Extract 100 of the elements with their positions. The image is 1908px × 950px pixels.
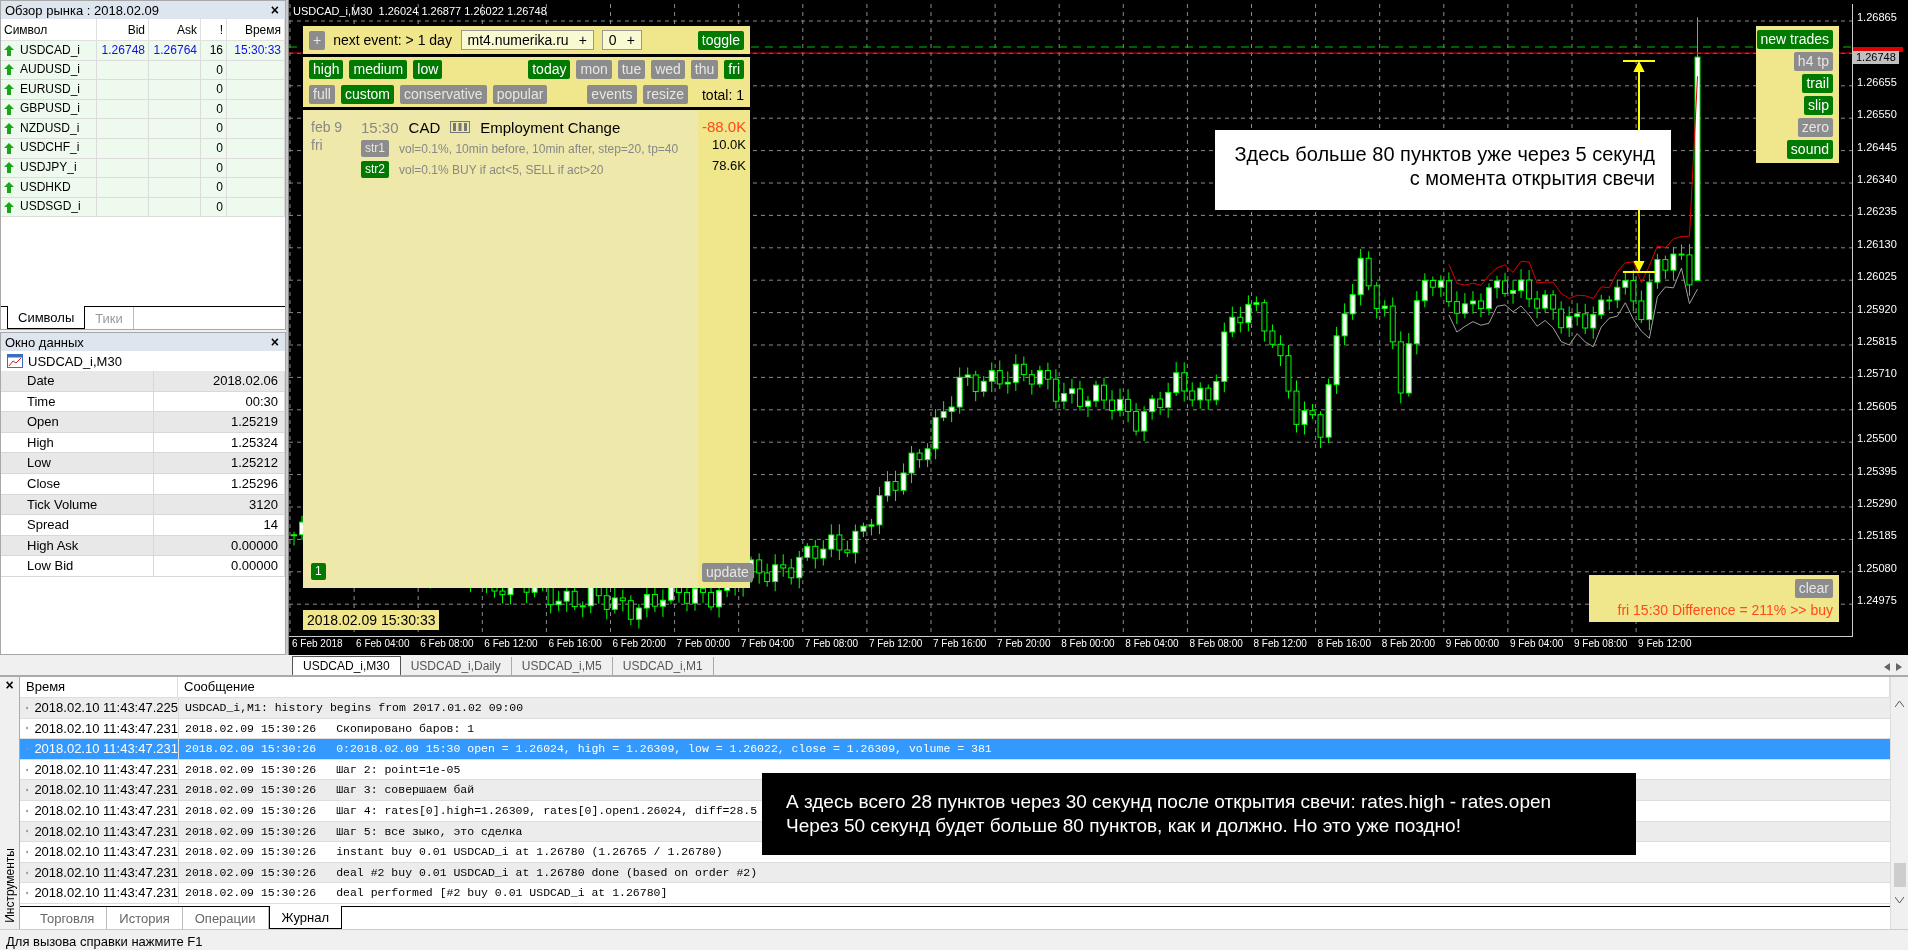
symbol-name: AUDUSD_i (20, 61, 80, 79)
field-value: 3120 (249, 496, 278, 512)
column-header[interactable]: Bid (97, 19, 149, 41)
mode-button[interactable]: custom (340, 85, 395, 104)
table-cell (227, 119, 285, 139)
field-value: 0.00000 (231, 558, 278, 574)
log-timestamp: 2018.02.09 15:30:26 (185, 802, 317, 819)
server-time-label: 2018.02.09 15:30:33 (303, 610, 440, 630)
time-label: 7 Feb 00:00 (676, 638, 730, 649)
panel-tab[interactable]: Символы (7, 306, 86, 329)
terminal-tab[interactable]: Журнал (268, 906, 342, 929)
log-timestamp: 2018.02.09 15:30:26 (185, 885, 317, 902)
table-cell (149, 138, 201, 159)
strategy-description: vol=0.1%, 10min before, 10min after, step=20, tp=40 (399, 141, 679, 156)
event-currency: CAD (408, 118, 441, 136)
day-button[interactable]: fri (724, 60, 744, 79)
column-header[interactable]: Символ (1, 19, 97, 41)
option-button[interactable]: trail (1802, 74, 1833, 93)
chart-icon (7, 354, 23, 368)
log-time: 2018.02.10 11:43:47.225 (34, 699, 178, 717)
next-event-label: next event: > 1 day (333, 32, 453, 48)
annotation-callout: Здесь больше 80 пунктов уже через 5 секунд с момента открытия свечи (1215, 130, 1671, 210)
log-message: 0:2018.02.09 15:30 open = 1.26024, high = 1.26309, low = 1.26022, close = 1.26309, volume = 381 (336, 741, 992, 758)
table-cell (149, 178, 201, 198)
close-button[interactable]: × (3, 677, 16, 693)
column-header[interactable]: Ask (149, 19, 201, 41)
tick-count: 16 (201, 41, 227, 61)
log-message: Шаг 4: rates[0].high=1.26309, rates[0].open1.26024, diff=28.5 (336, 802, 758, 819)
price-label: 1.24975 (1857, 594, 1897, 607)
time-label: 7 Feb 16:00 (933, 638, 987, 649)
price-label: 1.26340 (1857, 173, 1897, 185)
scroll-left-icon[interactable] (1884, 663, 1890, 671)
up-arrow-icon (4, 123, 14, 135)
tick-count: 0 (201, 119, 227, 139)
time-label: 7 Feb 12:00 (868, 638, 923, 649)
price-label: 1.25605 (1857, 399, 1897, 412)
day-button[interactable]: today (528, 60, 571, 79)
log-time: 2018.02.10 11:43:47.231 (34, 801, 178, 820)
log-time: 2018.02.10 11:43:47.231 (34, 760, 178, 779)
log-timestamp: 2018.02.09 15:30:26 (185, 844, 317, 861)
up-arrow-icon (4, 201, 14, 213)
price-label: 1.25500 (1857, 432, 1897, 445)
count-field[interactable]: 0 + (601, 30, 642, 50)
time-label: 6 Feb 08:00 (420, 638, 474, 649)
scroll-down-icon[interactable] (1895, 897, 1904, 903)
table-cell (227, 158, 285, 179)
log-time: 2018.02.10 11:43:47.231 (34, 884, 178, 903)
column-header[interactable]: Время (227, 19, 285, 41)
option-button[interactable]: new trades (1756, 30, 1833, 49)
server-field[interactable]: mt4.numerika.ru + (460, 30, 594, 50)
price-label: 1.25080 (1857, 561, 1897, 574)
time-label: 9 Feb 08:00 (1574, 638, 1628, 649)
chart-title: USDCAD_i,M30 1.26024 1.26877 1.26022 1.26748 (293, 5, 547, 17)
table-cell (149, 99, 201, 120)
up-arrow-icon (4, 84, 14, 95)
log-timestamp: 2018.02.09 15:30:26 (185, 864, 317, 881)
log-message: Шаг 2: point=1e-05 (336, 761, 461, 778)
actual-value: -88.0K (702, 118, 747, 135)
table-cell (149, 158, 201, 179)
table-cell (149, 119, 201, 139)
log-time: 2018.02.10 11:43:47.231 (34, 863, 178, 882)
time-label: 7 Feb 20:00 (997, 638, 1051, 649)
log-timestamp: 2018.02.09 15:30:26 (185, 823, 317, 840)
close-button[interactable]: × (268, 2, 281, 18)
forecast-value: 10.0K (712, 137, 746, 152)
toggle-button[interactable]: toggle (697, 30, 744, 50)
time-label: 9 Feb 04:00 (1509, 638, 1564, 649)
scrollbar-thumb[interactable] (1893, 863, 1906, 887)
log-message: deal #2 buy 0.01 USDCAD_i at 1.26780 done (based on order #2) (336, 864, 758, 881)
up-arrow-icon (4, 44, 14, 56)
scroll-up-icon[interactable] (1895, 701, 1904, 707)
price-label: 1.25920 (1857, 302, 1897, 315)
toolbox-label: Инструменты (2, 848, 17, 923)
page-button[interactable]: 1 (311, 563, 326, 580)
field-label: Spread (27, 517, 69, 533)
price-label: 1.25710 (1857, 367, 1897, 380)
time-label: 6 Feb 04:00 (356, 638, 410, 649)
table-cell (227, 197, 285, 218)
option-button[interactable]: slip (1804, 96, 1833, 115)
status-text: Для вызова справки нажмите F1 (6, 933, 203, 949)
scroll-right-icon[interactable] (1896, 663, 1902, 671)
filter-button[interactable]: low (413, 60, 443, 79)
log-message: USDCAD_i,M1: history begins from 2017.01.02 09:00 (185, 700, 524, 716)
close-button[interactable]: × (268, 334, 281, 350)
price-label: 1.26550 (1857, 108, 1897, 121)
price-label: 1.26130 (1857, 237, 1897, 250)
log-message: Скопировано баров: 1 (336, 720, 475, 737)
bid-price: 1.26748 (97, 41, 149, 61)
time-label: 8 Feb 12:00 (1253, 638, 1307, 649)
strategy-tag[interactable]: str2 (361, 161, 389, 178)
table-cell (227, 80, 285, 100)
filter-button[interactable]: high (309, 60, 344, 79)
panel-title: Окно данных (5, 334, 84, 350)
symbol-name: USDCAD_i (20, 41, 80, 59)
panel-title: Обзор рынка : 2018.02.09 (5, 2, 159, 18)
column-header[interactable]: ! (201, 19, 227, 41)
filter-button[interactable]: medium (349, 60, 408, 79)
time-label: 6 Feb 2018 (292, 638, 343, 649)
option-button[interactable]: sound (1786, 140, 1833, 159)
chart-tab[interactable]: USDCAD_i,M30 (292, 656, 401, 675)
